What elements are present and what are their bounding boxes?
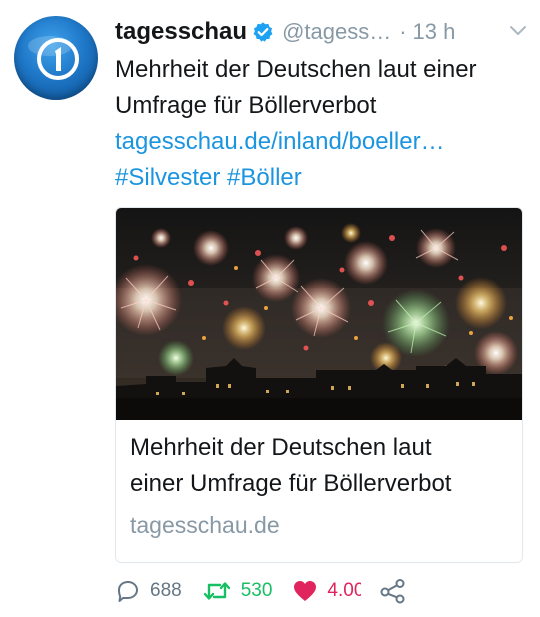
previous-context-text [115,0,315,6]
link-preview-card[interactable]: Mehrheit der Deutschen laut einer Umfrag… [115,207,523,563]
heart-icon [292,579,318,603]
card-title: Mehrheit der Deutschen laut einer Umfrag… [130,430,510,502]
card-title-line: einer Umfrage für Böllerverbot [130,470,452,497]
reply-icon [115,578,141,604]
tweet-text: Mehrheit der Deutschen laut einer Umfrag… [115,52,527,196]
tweet-text-line: Mehrheit der Deutschen laut einer [115,56,477,83]
card-domain: tagesschau.de [130,512,280,538]
tweet-timestamp[interactable]: 13 h [413,19,456,45]
like-button[interactable]: 4.000 [292,579,361,603]
separator-dot: · [399,19,407,44]
reply-count: 688 [150,580,182,601]
tweet-header: tagesschau @tagess… · 13 h [115,14,527,50]
avatar[interactable] [14,16,98,100]
tweet-actions: 688 530 4.000 [115,574,527,608]
share-button[interactable] [379,578,407,604]
retweet-count: 530 [240,580,273,601]
tagesschau-logo-icon [28,36,79,80]
like-count: 4.000 [327,580,362,601]
hashtag-boeller[interactable]: #Böller [227,164,302,191]
author-handle[interactable]: @tagess… [282,19,391,45]
verified-badge-icon [252,21,274,43]
tweet-text-line: Umfrage für Böllerverbot [115,92,377,119]
fireworks-image [116,208,522,420]
retweet-button[interactable]: 530 [202,578,273,604]
reply-button[interactable]: 688 [115,578,182,604]
share-icon [379,578,407,604]
hashtag-silvester[interactable]: #Silvester [115,164,220,191]
retweet-icon [202,578,232,604]
chevron-down-icon[interactable] [509,24,527,43]
author-name[interactable]: tagesschau [115,18,247,46]
card-title-line: Mehrheit der Deutschen laut [130,434,432,461]
tweet-link[interactable]: tagesschau.de/inland/boeller… [115,124,527,160]
tweet-view: tagesschau @tagess… · 13 h Mehrheit der … [0,0,540,617]
